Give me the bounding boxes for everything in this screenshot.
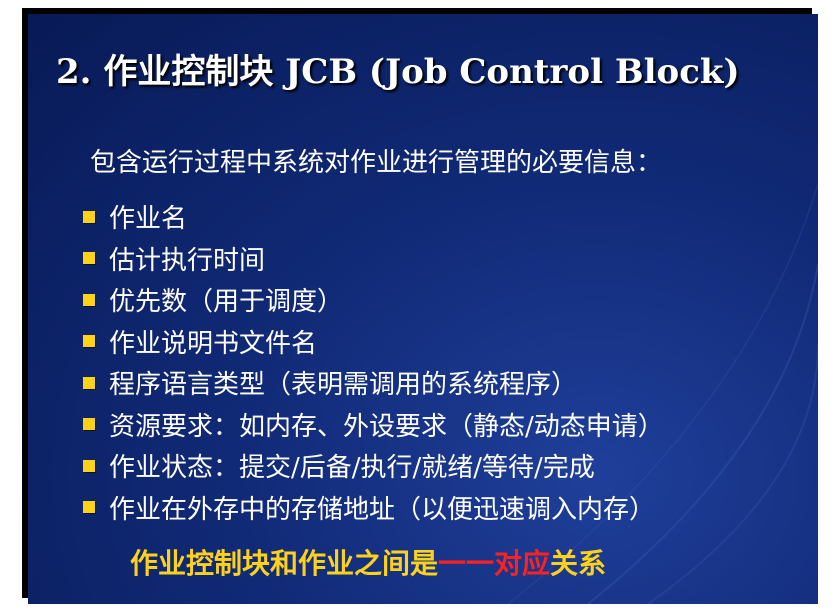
bullet-item: 作业在外存中的存储地址（以便迅速调入内存）	[83, 487, 664, 529]
square-bullet-icon	[83, 335, 95, 348]
slide: 2. 作业控制块 JCB (Job Control Block) 包含运行过程中…	[28, 14, 818, 604]
bullet-item: 作业状态：提交/后备/执行/就绪/等待/完成	[83, 445, 664, 487]
bullet-text: 作业状态：提交/后备/执行/就绪/等待/完成	[109, 453, 595, 484]
bullet-text: 资源要求：如内存、外设要求（静态/动态申请）	[109, 411, 664, 442]
bullet-item: 优先数（用于调度）	[83, 279, 664, 321]
bullet-text: 作业名	[109, 204, 188, 235]
bullet-text: 程序语言类型（表明需调用的系统程序）	[109, 370, 578, 401]
bullet-item: 作业说明书文件名	[83, 321, 664, 363]
conclusion-part-c: 关系	[550, 547, 607, 580]
conclusion-highlight: 一一对应	[438, 547, 551, 580]
square-bullet-icon	[83, 210, 95, 223]
bullet-text: 作业说明书文件名	[109, 328, 318, 359]
bullet-item: 作业名	[83, 196, 664, 238]
square-bullet-icon	[83, 501, 95, 514]
bullet-item: 程序语言类型（表明需调用的系统程序）	[83, 362, 664, 404]
bullet-text: 估计执行时间	[109, 245, 266, 276]
bullet-text: 优先数（用于调度）	[109, 287, 344, 318]
bullet-text: 作业在外存中的存储地址（以便迅速调入内存）	[109, 494, 656, 525]
bullet-item: 估计执行时间	[83, 238, 664, 280]
square-bullet-icon	[83, 252, 95, 265]
bullet-list: 作业名 估计执行时间 优先数（用于调度） 作业说明书文件名 程序语言类型（表明需…	[83, 196, 664, 528]
square-bullet-icon	[83, 459, 95, 472]
conclusion-text: 作业控制块和作业之间是一一对应关系	[130, 542, 606, 582]
square-bullet-icon	[83, 293, 95, 306]
square-bullet-icon	[83, 418, 95, 431]
bullet-item: 资源要求：如内存、外设要求（静态/动态申请）	[83, 404, 664, 446]
intro-text: 包含运行过程中系统对作业进行管理的必要信息：	[90, 148, 663, 178]
square-bullet-icon	[83, 376, 95, 389]
slide-title: 2. 作业控制块 JCB (Job Control Block)	[56, 52, 740, 92]
conclusion-part-a: 作业控制块和作业之间是	[130, 547, 439, 580]
